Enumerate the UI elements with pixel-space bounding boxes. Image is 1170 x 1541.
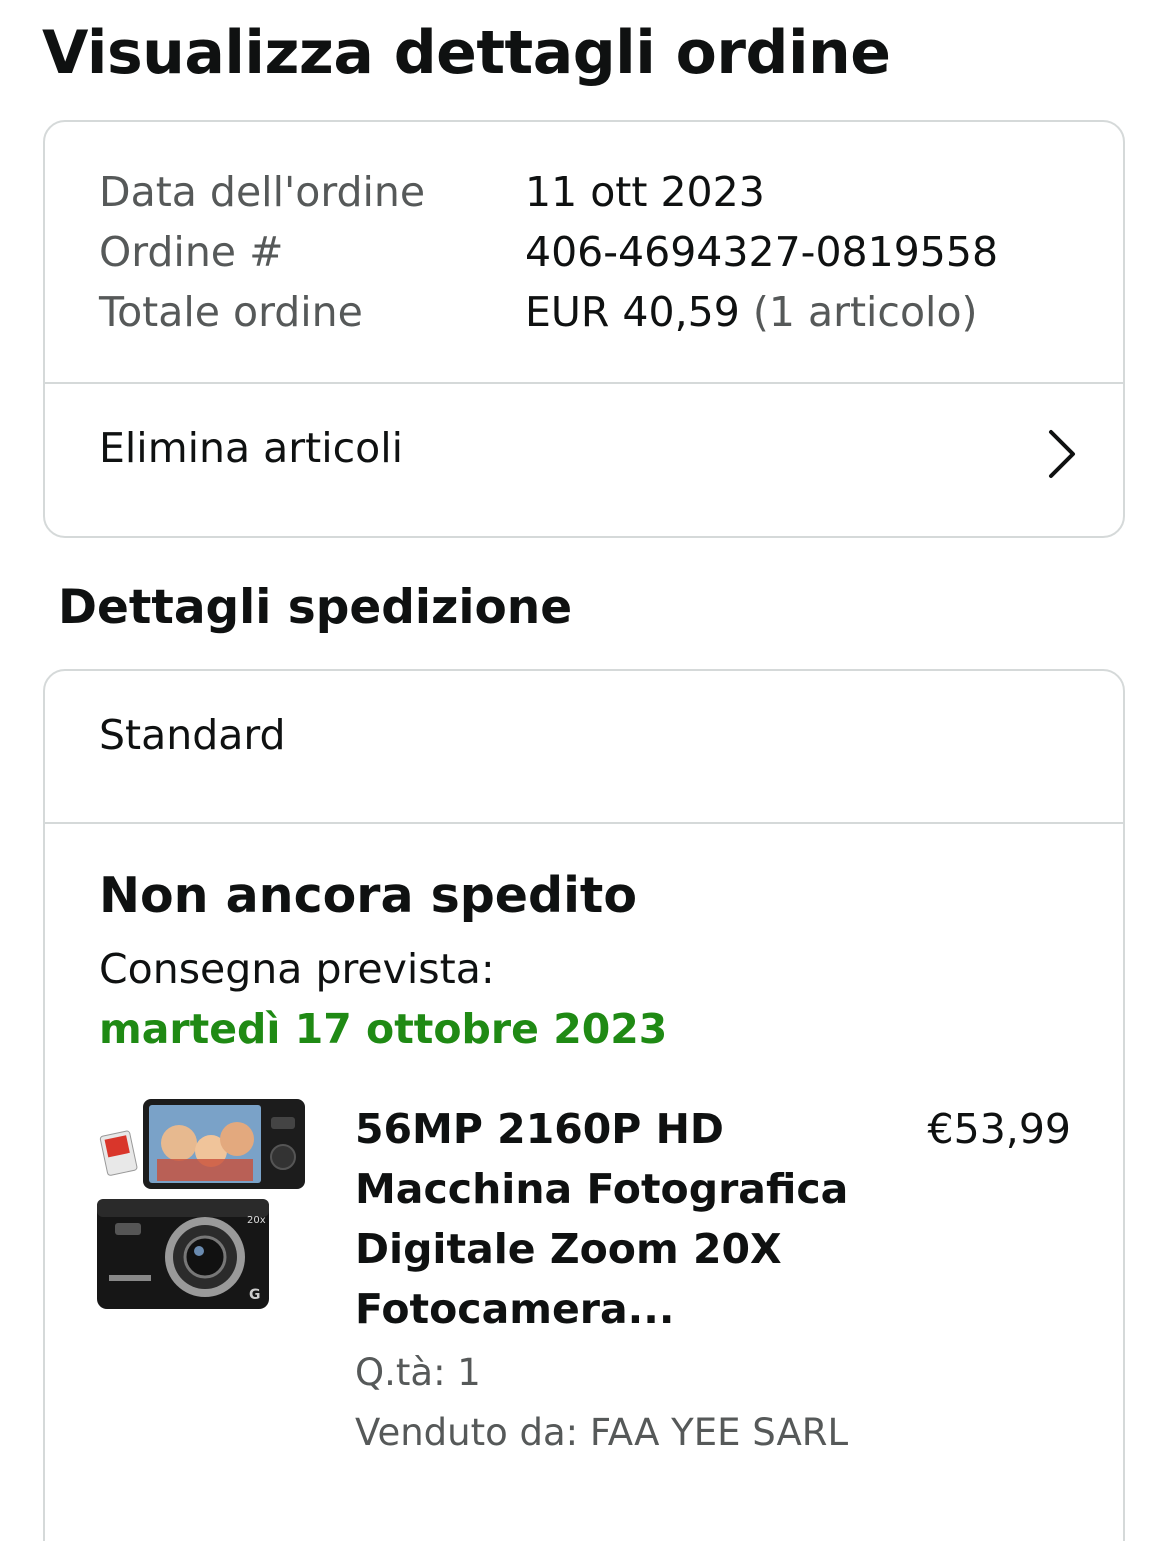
order-summary-card: Data dell'ordine 11 ott 2023 Ordine # 40…: [43, 120, 1125, 538]
shipping-method: Standard: [99, 711, 286, 759]
digital-camera-product-image[interactable]: 20x G: [97, 1099, 309, 1313]
product-title[interactable]: 56MP 2160P HD Macchina Fotografica Digit…: [355, 1099, 855, 1339]
remove-items-label: Elimina articoli: [99, 424, 404, 472]
svg-text:G: G: [249, 1287, 261, 1303]
order-details-page: Visualizza dettagli ordine Data dell'ord…: [0, 0, 1170, 1541]
page-title: Visualizza dettagli ordine: [42, 18, 891, 88]
product-quantity: Q.tà: 1: [355, 1351, 481, 1394]
order-number-value: 406-4694327-0819558: [525, 228, 999, 276]
order-number-label: Ordine #: [99, 228, 284, 276]
product-price: €53,99: [927, 1105, 1071, 1153]
shipping-details-heading: Dettagli spedizione: [58, 580, 573, 635]
shipping-card: Standard Non ancora spedito Consegna pre…: [43, 669, 1125, 1541]
svg-text:20x: 20x: [247, 1215, 266, 1226]
order-total-item-count: (1 articolo): [752, 288, 978, 336]
order-date-value: 11 ott 2023: [525, 168, 765, 216]
expected-delivery-date: martedì 17 ottobre 2023: [99, 1005, 668, 1053]
chevron-right-icon: [1049, 430, 1075, 478]
shipping-divider: [45, 822, 1123, 824]
expected-delivery-label: Consegna prevista:: [99, 945, 495, 993]
product-seller: Venduto da: FAA YEE SARL: [355, 1411, 849, 1454]
order-total-amount: EUR 40,59: [525, 288, 740, 336]
order-total-value: EUR 40,59 (1 articolo): [525, 282, 978, 342]
shipment-status: Non ancora spedito: [99, 867, 637, 924]
order-date-label: Data dell'ordine: [99, 168, 426, 216]
order-total-label: Totale ordine: [99, 288, 363, 336]
